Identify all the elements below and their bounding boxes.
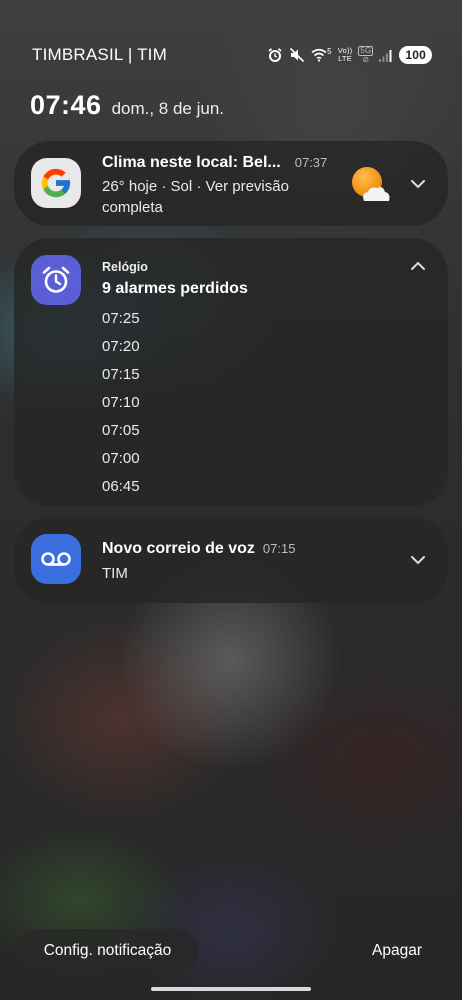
battery-indicator: 100 [399,46,432,64]
notification-body: TIM [102,565,128,582]
notification-weather[interactable]: Clima neste local: Bel... 07:37 26° hoje … [14,141,448,226]
list-item: 07:20 [102,338,140,355]
lockscreen-date: dom., 8 de jun. [111,99,225,118]
volte-label-bottom: LTE [338,54,352,63]
mute-icon [289,47,305,63]
voicemail-icon [31,534,81,584]
list-item: 07:15 [102,366,140,383]
no-5g-icon: 5G ⊘ [358,46,374,64]
list-item: 07:25 [102,310,140,327]
notification-title: Novo correio de voz 07:15 [102,540,295,558]
notification-time: 07:37 [294,155,328,170]
notification-settings-button[interactable]: Config. notificação [16,929,199,973]
wifi-label: 5 [327,46,332,56]
lockscreen-time: 07:46 [30,90,102,120]
home-indicator[interactable] [151,987,311,991]
clear-all-button[interactable]: Apagar [348,929,446,973]
chevron-down-icon[interactable] [407,549,429,571]
weather-title: Clima neste local: Bel... [102,154,281,171]
list-item: 07:00 [102,450,140,467]
alarm-icon [267,47,283,63]
status-bar: TIMBRASIL | TIM 5 Vo)) LTE 5G ⊘ 100 [32,44,432,66]
notification-time: 07:15 [262,541,296,556]
signal-icon [379,49,393,62]
status-icons: 5 Vo)) LTE 5G ⊘ 100 [267,46,432,64]
volte-icon: Vo)) LTE [338,47,353,63]
sun-cloud-icon [348,165,392,205]
list-item: 07:05 [102,422,140,439]
notification-voicemail[interactable]: Novo correio de voz 07:15 TIM [14,517,448,603]
lockscreen-clock: 07:46 dom., 8 de jun. [30,90,224,121]
wifi-icon: 5 [311,46,332,62]
missed-alarms-list: 07:25 07:20 07:15 07:10 07:05 07:00 06:4… [102,308,140,504]
notification-title: 9 alarmes perdidos [102,280,248,297]
carrier-name: TIMBRASIL | TIM [32,45,167,64]
notification-clock[interactable]: Relógio 9 alarmes perdidos 07:25 07:20 0… [14,238,448,506]
notification-title: Clima neste local: Bel... 07:37 [102,154,327,172]
voicemail-title: Novo correio de voz [102,540,255,557]
alarm-clock-icon [31,255,81,305]
chevron-down-icon[interactable] [407,173,429,195]
list-item: 07:10 [102,394,140,411]
notification-body: 26° hoje · Sol · Ver previsão completa [102,178,289,216]
google-icon [31,158,81,208]
app-name: Relógio [102,260,148,274]
chevron-up-icon[interactable] [407,255,429,277]
list-item: 06:45 [102,478,140,495]
